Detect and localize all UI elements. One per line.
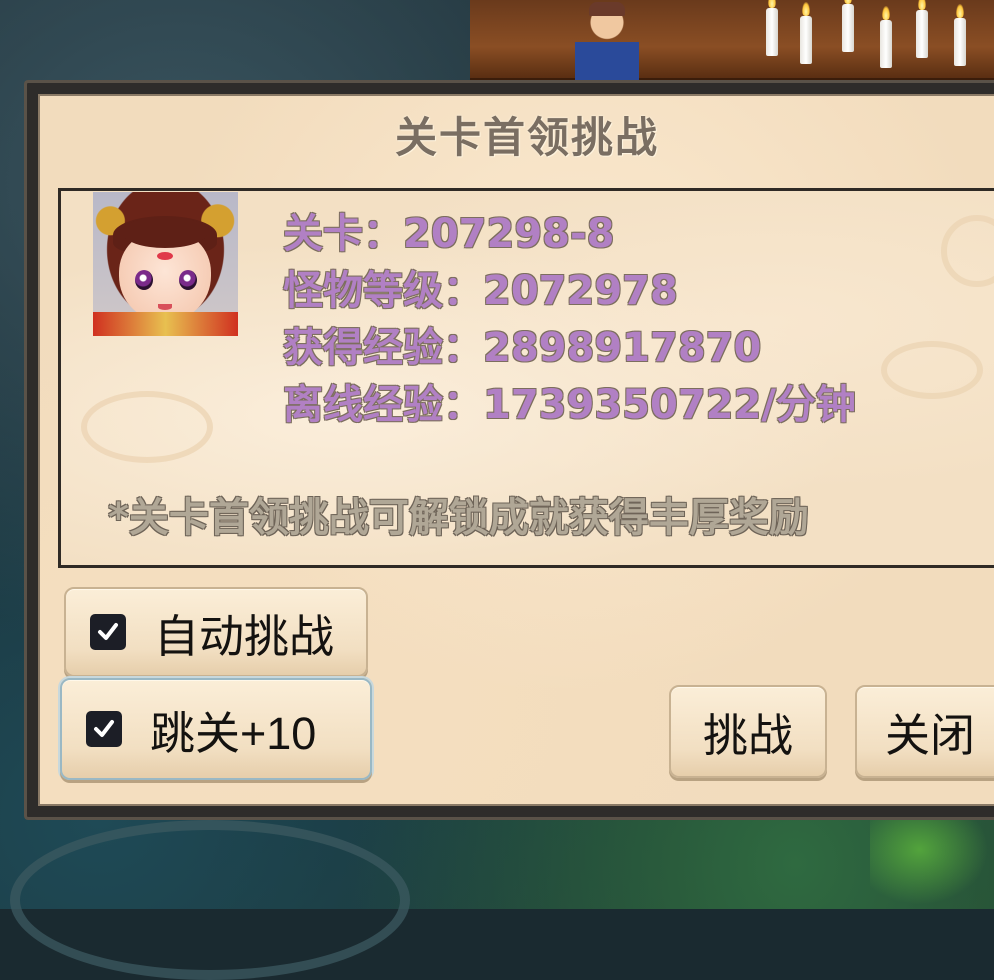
challenge-button-label: 挑战 xyxy=(702,710,793,761)
monster-level-text: 怪物等级：2072978 xyxy=(283,268,678,314)
candle xyxy=(842,0,854,52)
candle xyxy=(800,2,812,64)
cloud-swirl-decoration xyxy=(881,341,983,399)
exp-gain-text: 获得经验：2898917870 xyxy=(283,325,762,371)
auto-challenge-label: 自动挑战 xyxy=(154,610,335,662)
stage-text: 关卡：207298-8 xyxy=(283,211,615,257)
close-button-label: 关闭 xyxy=(885,710,976,761)
cloud-swirl-decoration xyxy=(81,391,213,463)
candle xyxy=(880,6,892,68)
boss-avatar xyxy=(93,192,238,336)
close-button[interactable]: 关闭 xyxy=(855,685,994,778)
boss-stats-list: 关卡：207298-8 怪物等级：2072978 获得经验：2898917870… xyxy=(283,206,856,434)
cloud-swirl-decoration xyxy=(941,215,994,287)
auto-challenge-toggle[interactable]: 自动挑战 xyxy=(64,587,368,677)
checkmark-icon xyxy=(94,720,114,737)
dialog-title: 关卡首领挑战 xyxy=(394,113,659,162)
challenge-button[interactable]: 挑战 xyxy=(669,685,827,778)
npc-character-sprite xyxy=(575,0,639,80)
green-glow-effect xyxy=(870,810,994,909)
floor-rune-circle xyxy=(10,820,410,980)
skip-stages-label: 跳关+10 xyxy=(150,707,317,759)
skip-stages-checkbox[interactable] xyxy=(86,711,122,747)
reward-tip-text: *关卡首领挑战可解锁成就获得丰厚奖励 xyxy=(108,495,809,541)
offline-exp-text: 离线经验：1739350722/分钟 xyxy=(283,382,856,428)
candle xyxy=(954,4,966,66)
auto-challenge-checkbox[interactable] xyxy=(90,614,126,650)
skip-stages-toggle[interactable]: 跳关+10 xyxy=(60,678,372,780)
checkmark-icon xyxy=(98,623,118,640)
altar-table xyxy=(470,0,994,82)
candle xyxy=(766,0,778,56)
candle xyxy=(916,0,928,58)
